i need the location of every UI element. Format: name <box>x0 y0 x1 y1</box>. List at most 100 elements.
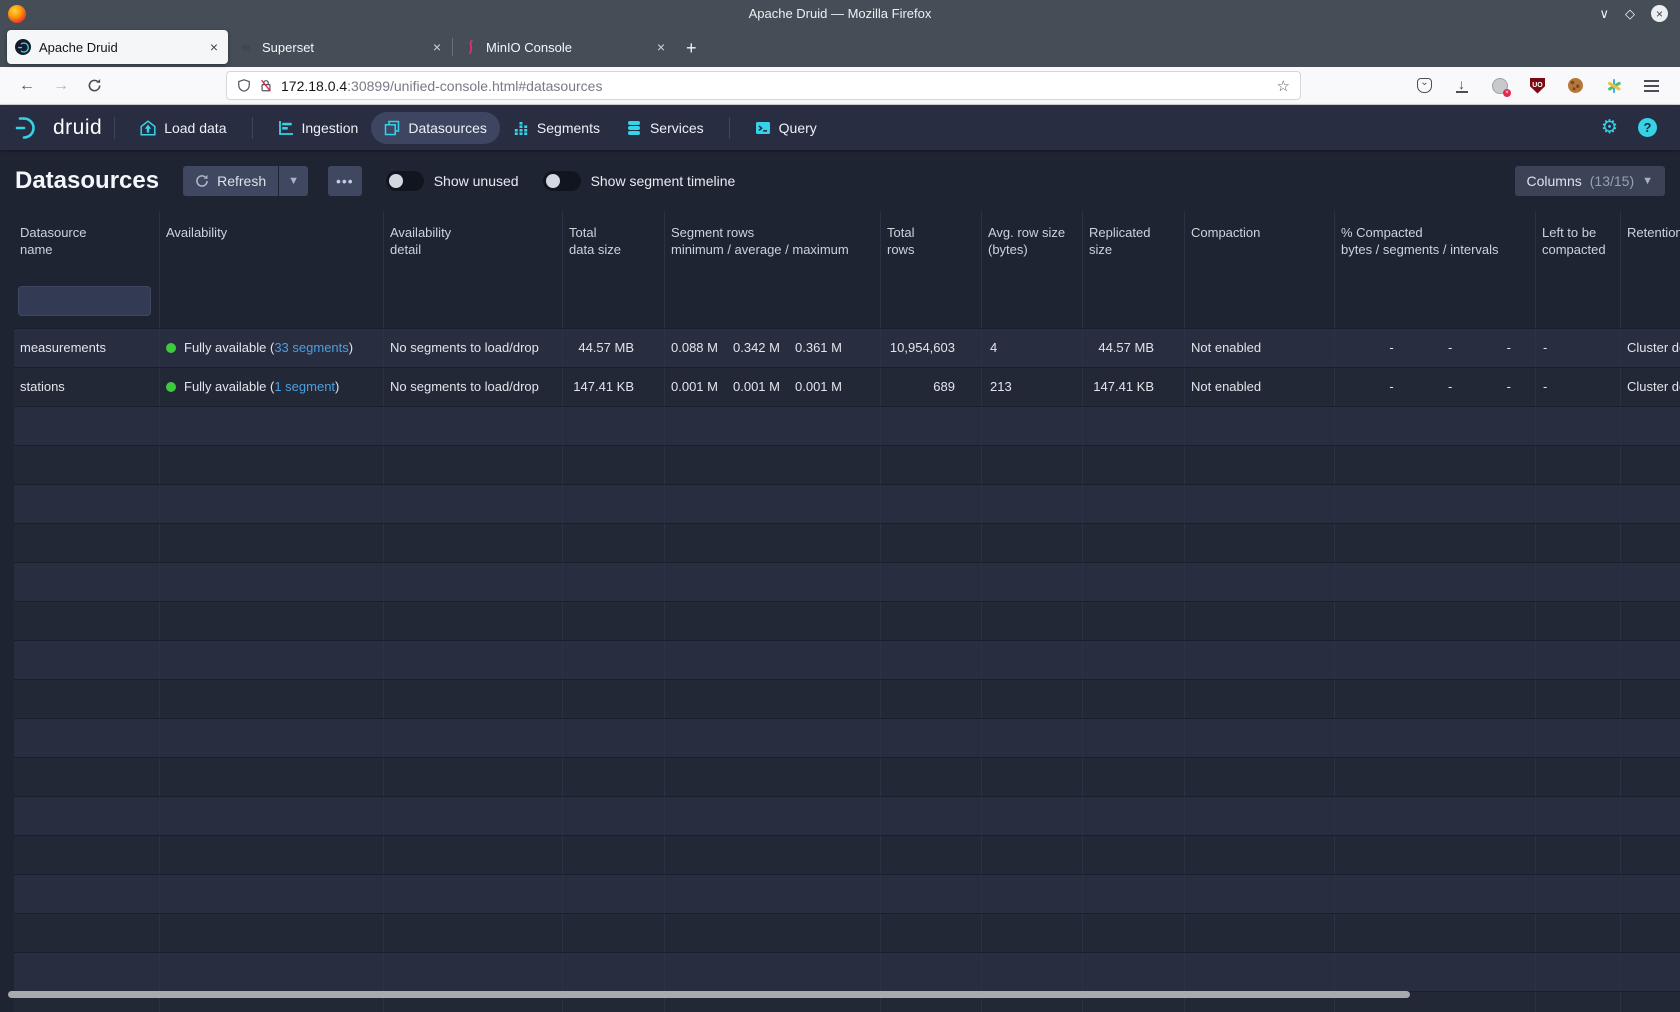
retention-cell: Cluster default <box>1621 368 1680 406</box>
empty-table-row <box>14 680 1680 719</box>
load-data-icon <box>140 120 156 136</box>
nav-item-services[interactable]: Services <box>613 112 717 144</box>
segments-link[interactable]: 33 segments <box>274 340 348 355</box>
col-header-replicated-size[interactable]: Replicatedsize <box>1083 211 1185 273</box>
available-dot-icon <box>166 343 176 353</box>
table-row-measurements[interactable]: measurements Fully available (33 segment… <box>14 329 1680 368</box>
query-icon <box>755 120 771 136</box>
availability-cell: Fully available (33 segments) <box>160 329 384 367</box>
refresh-button[interactable]: Refresh <box>183 166 278 196</box>
empty-table-row <box>14 407 1680 446</box>
table-header-row: Datasourcename Availability Availability… <box>14 211 1680 273</box>
table-row-stations[interactable]: stations Fully available (1 segment) No … <box>14 368 1680 407</box>
pocket-icon[interactable]: ⌄ <box>1417 78 1432 93</box>
nav-item-datasources[interactable]: Datasources <box>371 112 500 144</box>
tab-close-icon[interactable]: × <box>208 39 220 55</box>
minimize-button[interactable]: ∨ <box>1599 7 1609 20</box>
menu-icon[interactable] <box>1643 77 1660 94</box>
col-header-retention[interactable]: Retention <box>1621 211 1680 273</box>
nav-item-query[interactable]: Query <box>742 112 830 144</box>
url-host: 172.18.0.4 <box>281 78 347 94</box>
datasources-table: Datasourcename Availability Availability… <box>14 211 1680 1012</box>
settings-gear-icon[interactable]: ⚙ <box>1601 116 1618 139</box>
forward-icon[interactable]: → <box>53 77 69 95</box>
more-actions-button[interactable]: ••• <box>328 166 362 196</box>
new-tab-button[interactable]: + <box>686 38 697 59</box>
insecure-lock-icon <box>259 78 273 93</box>
pct-compacted-cell: --- <box>1335 329 1536 367</box>
druid-wordmark: druid <box>53 116 102 140</box>
help-icon[interactable]: ? <box>1638 118 1657 137</box>
col-header-segment-rows[interactable]: Segment rowsminimum / average / maximum <box>665 211 881 273</box>
divider <box>114 117 115 139</box>
show-segment-timeline-toggle[interactable] <box>543 171 581 191</box>
col-header-total-data-size[interactable]: Totaldata size <box>563 211 665 273</box>
compaction-cell: Not enabled <box>1185 368 1335 406</box>
nav-label: Query <box>779 120 817 136</box>
tab-label: Apache Druid <box>39 40 208 55</box>
cookie-icon[interactable] <box>1567 77 1584 94</box>
empty-table-row <box>14 797 1680 836</box>
nav-label: Ingestion <box>302 120 359 136</box>
col-header-avg-row-size[interactable]: Avg. row size(bytes) <box>982 211 1083 273</box>
back-icon[interactable]: ← <box>19 77 35 95</box>
columns-count: (13/15) <box>1590 173 1634 189</box>
datasource-name-cell: stations <box>14 368 160 406</box>
col-header-pct-compacted[interactable]: % Compactedbytes / segments / intervals <box>1335 211 1536 273</box>
segments-icon <box>513 120 529 136</box>
nav-item-load-data[interactable]: Load data <box>127 112 239 144</box>
availability-detail-cell: No segments to load/drop <box>384 329 563 367</box>
datasource-name-filter-input[interactable] <box>18 286 151 316</box>
col-header-left-to-be-compacted[interactable]: Left to becompacted <box>1536 211 1621 273</box>
download-icon[interactable]: ↓ <box>1453 77 1470 94</box>
url-bar[interactable]: 172.18.0.4:30899/unified-console.html#da… <box>226 71 1301 100</box>
tab-label: Superset <box>262 40 431 55</box>
druid-logo[interactable]: druid <box>15 115 102 141</box>
avg-row-size-cell: 213 <box>982 368 1083 406</box>
empty-table-row <box>14 719 1680 758</box>
col-header-compaction[interactable]: Compaction <box>1185 211 1335 273</box>
tab-minio-console[interactable]: MinIO Console × <box>454 30 675 64</box>
refresh-dropdown-button[interactable]: ▼ <box>279 166 308 196</box>
show-unused-label: Show unused <box>434 173 519 189</box>
segments-link[interactable]: 1 segment <box>274 379 335 394</box>
total-rows-cell: 689 <box>881 368 982 406</box>
col-header-total-rows[interactable]: Totalrows <box>881 211 982 273</box>
nav-label: Load data <box>164 120 226 136</box>
ingestion-icon <box>278 120 294 136</box>
datasources-icon <box>384 120 400 136</box>
horizontal-scrollbar[interactable] <box>8 991 1410 998</box>
compaction-cell: Not enabled <box>1185 329 1335 367</box>
ublock-icon[interactable]: UO <box>1529 77 1546 94</box>
show-unused-toggle-group: Show unused <box>386 171 519 191</box>
bookmark-star-icon[interactable]: ☆ <box>1277 77 1290 95</box>
page-header: Datasources Refresh ▼ ••• Show unused Sh… <box>0 150 1680 211</box>
minio-favicon-icon <box>462 39 478 55</box>
tab-apache-druid[interactable]: Apache Druid × <box>7 30 228 64</box>
url-path: :30899/unified-console.html#datasources <box>347 78 602 94</box>
tab-superset[interactable]: ∞ Superset × <box>230 30 451 64</box>
tab-label: MinIO Console <box>486 40 655 55</box>
tab-close-icon[interactable]: × <box>655 39 667 55</box>
tab-close-icon[interactable]: × <box>431 39 443 55</box>
nav-item-ingestion[interactable]: Ingestion <box>265 112 372 144</box>
show-unused-toggle[interactable] <box>386 171 424 191</box>
extension-asterisk-icon[interactable] <box>1605 77 1622 94</box>
avg-row-size-cell: 4 <box>982 329 1083 367</box>
col-header-datasource-name[interactable]: Datasourcename <box>14 211 160 273</box>
replicated-size-cell: 44.57 MB <box>1083 329 1185 367</box>
reload-icon[interactable] <box>87 78 103 93</box>
empty-table-row <box>14 953 1680 992</box>
columns-button[interactable]: Columns (13/15) ▼ <box>1515 166 1666 196</box>
nav-label: Segments <box>537 120 600 136</box>
extension-icon[interactable]: × <box>1491 77 1508 94</box>
maximize-button[interactable]: ◇ <box>1625 7 1635 20</box>
col-header-availability[interactable]: Availability <box>160 211 384 273</box>
col-header-availability-detail[interactable]: Availabilitydetail <box>384 211 563 273</box>
empty-table-row <box>14 524 1680 563</box>
total-data-size-cell: 147.41 KB <box>563 368 665 406</box>
left-to-be-compacted-cell: - <box>1536 368 1621 406</box>
nav-item-segments[interactable]: Segments <box>500 112 613 144</box>
druid-favicon-icon <box>15 39 31 55</box>
close-button[interactable]: × <box>1651 5 1668 22</box>
